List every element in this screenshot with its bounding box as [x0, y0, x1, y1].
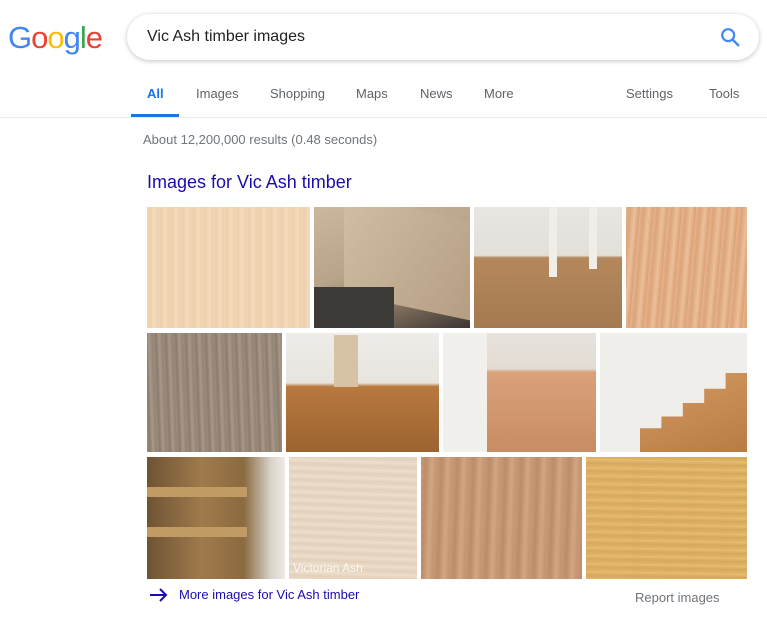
- image-thumbnail[interactable]: [626, 207, 747, 328]
- tab-maps[interactable]: Maps: [356, 86, 388, 101]
- search-box: [127, 14, 759, 60]
- image-thumbnail[interactable]: [147, 457, 285, 579]
- images-heading-link[interactable]: Images for Vic Ash timber: [147, 172, 352, 193]
- image-thumbnail[interactable]: [421, 457, 582, 579]
- image-thumbnail[interactable]: [147, 333, 282, 452]
- image-thumbnail[interactable]: [443, 333, 596, 452]
- logo-letter: e: [85, 20, 103, 55]
- image-thumbnail[interactable]: [286, 333, 439, 452]
- image-thumbnail[interactable]: [586, 457, 747, 579]
- tab-more[interactable]: More: [484, 86, 514, 101]
- image-thumbnail[interactable]: Victorian Ash: [289, 457, 417, 579]
- image-thumbnail[interactable]: [474, 207, 622, 328]
- report-images-link[interactable]: Report images: [635, 590, 720, 605]
- search-input[interactable]: [147, 26, 687, 48]
- floor-shadow-shape: [314, 287, 394, 328]
- tab-news[interactable]: News: [420, 86, 453, 101]
- logo-letter: g: [63, 20, 81, 55]
- image-watermark: Victorian Ash: [293, 561, 363, 575]
- wall-shape: [443, 333, 487, 452]
- result-stats: About 12,200,000 results (0.48 seconds): [143, 132, 378, 147]
- search-icon[interactable]: [719, 26, 741, 48]
- chair-leg-shape: [549, 207, 557, 277]
- logo-letter: o: [31, 20, 48, 55]
- image-thumbnail[interactable]: [314, 207, 470, 328]
- arrow-right-icon: [150, 587, 168, 602]
- google-logo[interactable]: Google: [8, 20, 103, 56]
- stair-step-shape: [147, 487, 247, 497]
- image-thumbnail[interactable]: [600, 333, 747, 452]
- staircase-shape: [640, 373, 747, 452]
- logo-letter: o: [47, 20, 64, 55]
- door-shape: [334, 335, 358, 387]
- tab-all[interactable]: All: [147, 86, 164, 101]
- image-thumbnail[interactable]: [147, 207, 310, 328]
- search-tabs: All Images Shopping Maps News More Setti…: [0, 70, 767, 118]
- stair-step-shape: [147, 527, 247, 537]
- more-images-label: More images for Vic Ash timber: [179, 587, 360, 602]
- active-tab-indicator: [131, 114, 179, 117]
- logo-letter: G: [8, 20, 32, 55]
- tab-tools[interactable]: Tools: [709, 86, 739, 101]
- tab-shopping[interactable]: Shopping: [270, 86, 325, 101]
- tab-settings[interactable]: Settings: [626, 86, 673, 101]
- tab-images[interactable]: Images: [196, 86, 239, 101]
- more-images-link[interactable]: More images for Vic Ash timber: [149, 587, 359, 602]
- chair-leg-shape: [589, 207, 597, 269]
